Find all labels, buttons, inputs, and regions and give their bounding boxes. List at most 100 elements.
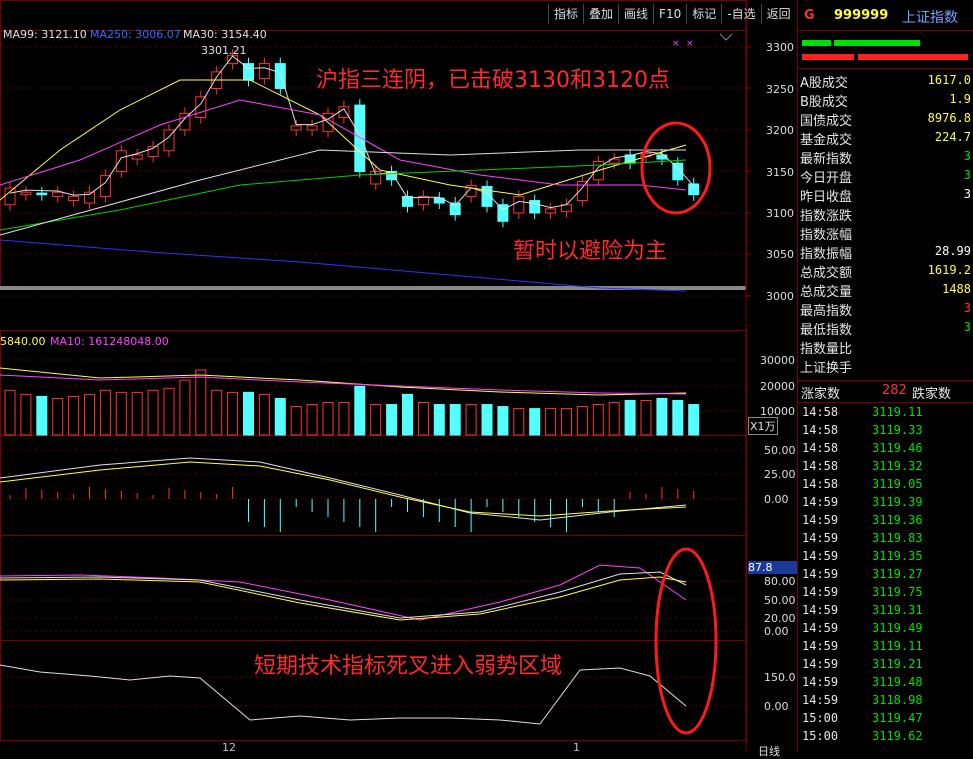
volume-bar xyxy=(306,404,318,436)
tick-price: 3119.31 xyxy=(872,603,923,617)
tick-price: 3119.05 xyxy=(872,477,923,491)
volume-unit-label: X1万 xyxy=(748,417,778,435)
toolbar-overlay-button[interactable]: 叠加 xyxy=(583,4,618,24)
price-tick: 3050 xyxy=(766,248,794,261)
code-prefix: G xyxy=(804,8,815,23)
price-tick: 3300 xyxy=(766,41,794,54)
macd-tick: 25.00 xyxy=(764,468,796,481)
tick-time: 14:58 xyxy=(802,441,839,455)
tick-row: 14:59 3119.27 xyxy=(800,567,973,585)
kdj-j-line xyxy=(0,564,687,621)
quote-row-value: 8976.8 xyxy=(927,111,971,125)
toolbar-watchlist-button[interactable]: -自选 xyxy=(721,4,760,24)
volume-ma10-label: MA10: 161248048.00 xyxy=(50,335,169,348)
tick-time: 14:59 xyxy=(802,549,839,563)
volume-bar xyxy=(147,389,159,436)
breadth-bar-green xyxy=(834,40,920,46)
annotation-top: 沪指三连阴，已击破3130和3120点 xyxy=(316,68,670,93)
candle-body xyxy=(4,187,16,206)
panel-border xyxy=(0,535,747,641)
quote-row-label: 今日开盘 xyxy=(800,171,853,186)
annotation-mid: 暂时以避险为主 xyxy=(513,239,668,264)
quote-row-value: 3 xyxy=(963,149,971,163)
candle-body xyxy=(545,208,557,214)
quote-row-label: 指数振幅 xyxy=(800,247,853,262)
volume-bar xyxy=(131,391,143,436)
volume-label: 5840.00 xyxy=(0,335,46,348)
tick-time: 14:58 xyxy=(802,459,839,473)
quote-row-value: 3 xyxy=(963,168,971,182)
tick-time: 14:58 xyxy=(802,405,839,419)
volume-bar xyxy=(449,404,461,436)
quote-row-label: B股成交 xyxy=(800,95,848,110)
tick-time: 14:59 xyxy=(802,675,839,689)
volume-bar xyxy=(274,397,286,436)
tick-price: 3119.21 xyxy=(872,657,923,671)
date-marker-12: 12 xyxy=(222,741,236,754)
quote-row-label: 总成交额 xyxy=(800,266,853,281)
price-tick: 3100 xyxy=(766,207,794,220)
quote-row-value: 224.7 xyxy=(934,130,971,144)
tick-price: 3119.49 xyxy=(872,621,923,635)
daily-tab[interactable]: 日线 xyxy=(758,743,780,759)
tick-time: 14:59 xyxy=(802,531,839,545)
tick-row: 14:59 3119.35 xyxy=(800,549,973,567)
volume-bar xyxy=(592,404,604,436)
breadth-bar-green xyxy=(802,40,831,46)
tick-price: 3118.98 xyxy=(872,693,923,707)
quote-row-label: A股成交 xyxy=(800,76,848,91)
toolbar-mark-button[interactable]: 标记 xyxy=(686,4,721,24)
tick-time: 14:59 xyxy=(802,513,839,527)
toolbar-indicator-button[interactable]: 指标 xyxy=(548,4,583,24)
volume-bar xyxy=(115,391,127,436)
volume-bar xyxy=(497,406,509,436)
kdj-tick: 80.00 xyxy=(764,575,796,588)
quote-row-label: 基金成交 xyxy=(800,133,853,148)
quote-row-value: 3 xyxy=(963,187,971,201)
panel-border xyxy=(0,435,747,536)
tick-price: 3119.11 xyxy=(872,639,923,653)
candle-body xyxy=(258,63,270,80)
breadth-bar-red xyxy=(802,54,854,60)
tick-row: 14:59 3119.39 xyxy=(800,495,973,513)
volume-bar xyxy=(624,399,636,436)
tick-price: 3119.62 xyxy=(872,729,923,743)
indicator-lines xyxy=(0,457,695,725)
volume-bar xyxy=(163,387,175,436)
volume-bars xyxy=(0,367,700,436)
kdj-tick: 20.00 xyxy=(764,612,796,625)
volume-bar xyxy=(545,408,557,436)
price-tick: 3150 xyxy=(766,166,794,179)
macd-tick: 50.00 xyxy=(764,444,796,457)
tick-price: 3119.47 xyxy=(872,711,923,725)
top-toolbar: 指标 叠加 画线 F10 标记 -自选 返回 xyxy=(548,4,796,24)
volume-bar xyxy=(576,406,588,436)
quote-row-label: 指数涨幅 xyxy=(800,228,853,243)
quote-row-label: 最低指数 xyxy=(800,323,853,338)
volume-bar xyxy=(338,402,350,436)
volume-bar xyxy=(402,393,413,436)
annotation-bottom: 短期技术指标死叉进入弱势区域 xyxy=(254,654,563,679)
volume-bar xyxy=(433,404,445,436)
ma30-label: MA30: 3154.40 xyxy=(183,28,267,41)
tick-price: 3119.36 xyxy=(872,513,923,527)
down-count-label: 跌家数 xyxy=(912,387,952,402)
tick-row: 14:59 3119.49 xyxy=(800,621,973,639)
quote-row-value: 1488 xyxy=(942,282,971,296)
toolbar-back-button[interactable]: 返回 xyxy=(760,4,796,24)
volume-bar xyxy=(322,402,334,436)
tick-row: 14:58 3119.33 xyxy=(800,423,973,441)
kdj-current-value: 87.8 xyxy=(748,561,798,574)
volume-bar xyxy=(513,408,525,436)
toolbar-f10-button[interactable]: F10 xyxy=(653,4,686,24)
tick-row: 14:58 3119.32 xyxy=(800,459,973,477)
stock-code: 999999 xyxy=(834,8,889,23)
date-marker-1: 1 xyxy=(573,741,580,754)
high-marker-label: 3301.21 xyxy=(201,44,247,57)
tick-price: 3119.33 xyxy=(872,423,923,437)
toolbar-draw-button[interactable]: 画线 xyxy=(618,4,653,24)
collapse-icon xyxy=(719,33,733,41)
volume-bar xyxy=(52,397,64,436)
candle-body xyxy=(513,195,525,214)
macd-tick: 0.00 xyxy=(764,493,789,506)
